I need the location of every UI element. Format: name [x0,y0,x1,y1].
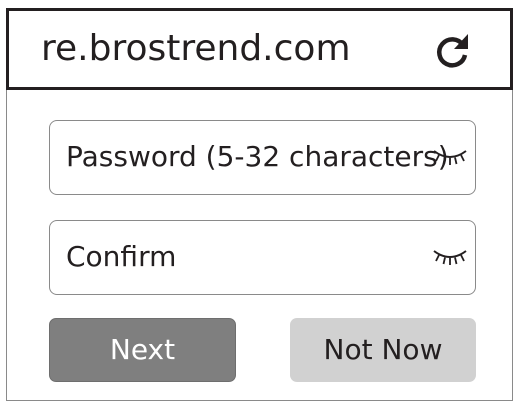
confirm-password-field[interactable]: Confirm [49,220,476,295]
address-bar[interactable]: re.brostrend.com [6,8,513,90]
password-field[interactable]: Password (5-32 characters) [49,120,476,195]
eye-closed-icon[interactable] [431,245,469,269]
confirm-placeholder: Confirm [66,240,177,273]
not-now-button[interactable]: Not Now [290,318,476,382]
url-text: re.brostrend.com [41,28,351,69]
password-placeholder: Password (5-32 characters) [66,140,449,173]
next-button[interactable]: Next [49,318,236,382]
reload-icon[interactable] [432,31,472,71]
eye-closed-icon[interactable] [431,145,469,169]
